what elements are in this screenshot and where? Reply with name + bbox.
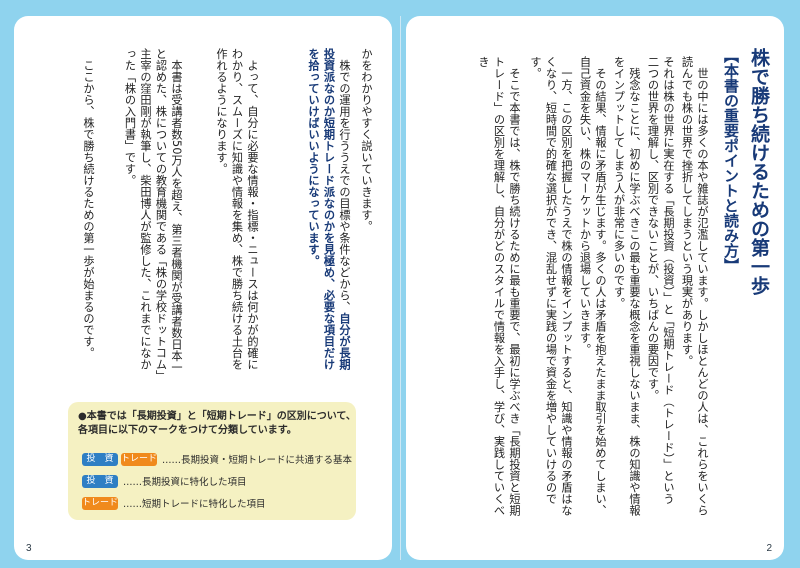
chapter-subtitle: 【本書の重要ポイントと読み方】	[722, 48, 740, 273]
trade-badge: トレード	[121, 452, 158, 466]
right-body-p4: その結果、情報に矛盾が生じます。多くの人は矛盾を抱えたまま取引を始めてしまい、自…	[578, 56, 608, 516]
legend-intro: ●本書では「長期投資」と「短期トレード」の区別について、 各項目に以下のマークを…	[78, 410, 356, 438]
legend-box: ●本書では「長期投資」と「短期トレード」の区別について、 各項目に以下のマークを…	[68, 402, 356, 520]
page-number-left: 3	[26, 543, 32, 554]
legend-intro-line2: 各項目に以下のマークをつけて分類しています。	[78, 425, 297, 436]
right-body-p2: それは株の世界に実在する「長期投資（投資）」と「短期トレード（トレード）」という…	[646, 56, 676, 505]
legend-row-trade: トレード ……短期トレードに特化した項目	[82, 496, 266, 510]
left-body-p3: よって、自分に必要な情報・指標・ニュースは何かが的確にわかり、スムーズに知識や情…	[215, 48, 259, 370]
right-body-p1: 世の中には多くの本や雑誌が氾濫しています。しかしほとんどの人は、これらをいくら読…	[680, 56, 710, 516]
right-body-p6: そこで本書では、株で勝ち続けるために最も重要で、最初に学ぶべき「長期投資と短期ト…	[477, 56, 521, 516]
legend-row-invest-desc: ……長期投資に特化した項目	[123, 477, 247, 488]
left-body-p2: 株での運用を行ううえでの目標や条件などから、自分が長期投資派なのか短期トレード派…	[262, 48, 352, 378]
legend-intro-line1: ●本書では「長期投資」と「短期トレード」の区別について、	[78, 411, 356, 422]
right-page: 株で勝ち続けるための第一歩 【本書の重要ポイントと読み方】 世の中には多くの本や…	[406, 16, 784, 560]
invest-badge: 投 資	[82, 452, 118, 466]
chapter-title: 株で勝ち続けるための第一歩	[748, 48, 770, 295]
left-page: かをわかりやすく説いていきます。 株での運用を行ううえでの目標や条件などから、自…	[14, 16, 392, 560]
invest-badge: 投 資	[82, 474, 118, 488]
left-body-p4: 本書は受講者数50万人を超え、第三者機関が受講者数日本一と認めた、株についての教…	[123, 48, 184, 376]
legend-row-invest: 投 資 ……長期投資に特化した項目	[82, 474, 247, 488]
right-body-p3: 残念なことに、初めに学ぶべきこの最も重要な概念を重視しないまま、株の知識や情報を…	[612, 56, 642, 516]
left-body-p2-start: 株での運用を行ううえでの目標や条件などから、	[338, 48, 351, 313]
left-body-p5: ここから、株で勝ち続けるための第一歩が始まるのです。	[82, 48, 95, 359]
left-body-p1: かをわかりやすく説いていきます。	[360, 48, 373, 232]
right-body-p5: 一方、この区別を把握したうえで株の情報をインプットすると、知識や情報の矛盾はなく…	[529, 56, 573, 516]
page-number-right: 2	[766, 543, 772, 554]
legend-row-common: 投 資 トレード ……長期投資・短期トレードに共通する基本	[82, 452, 352, 466]
legend-row-common-desc: ……長期投資・短期トレードに共通する基本	[162, 455, 353, 466]
legend-row-trade-desc: ……短期トレードに特化した項目	[123, 499, 266, 510]
trade-badge: トレード	[82, 496, 119, 510]
book-spine	[400, 16, 401, 560]
